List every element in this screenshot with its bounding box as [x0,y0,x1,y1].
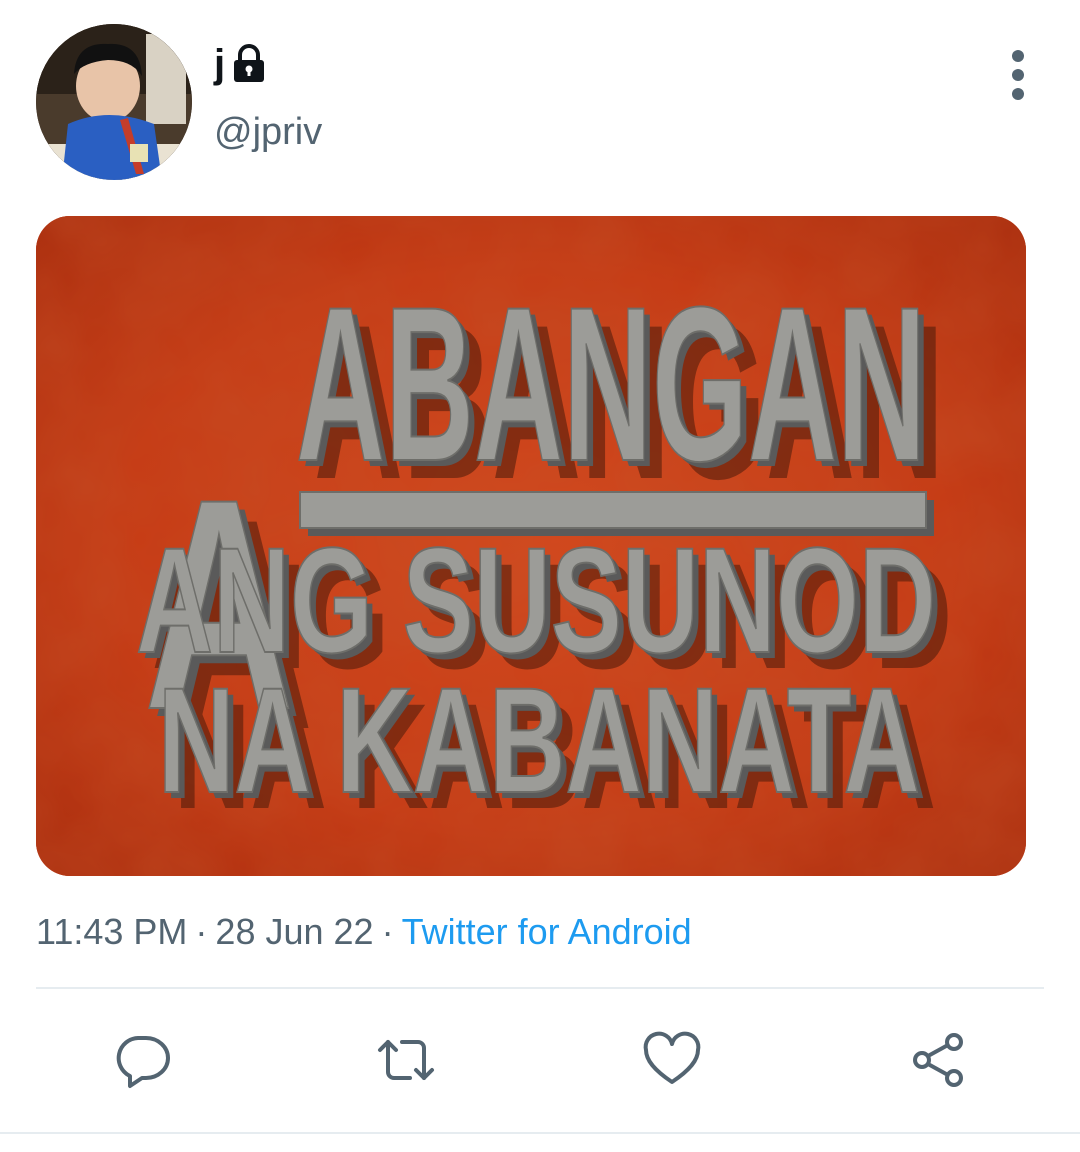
tweet-time[interactable]: 11:43 PM [36,911,187,952]
share-button[interactable] [906,1028,970,1092]
more-dot [1012,69,1024,81]
avatar[interactable] [36,24,192,180]
avatar-photo [36,24,192,180]
meta-separator: · [381,911,394,952]
retweet-button[interactable] [374,1028,438,1092]
like-button[interactable] [640,1028,704,1092]
divider [36,987,1044,989]
svg-text:ABANGAN: ABANGAN [296,261,926,507]
more-dot [1012,88,1024,100]
more-vertical-icon[interactable] [996,50,1040,100]
tweet-media[interactable]: A ABANGAN ANG SUSUNOD NA KABANATA A ABAN… [36,216,1026,876]
svg-text:NA KABANATA: NA KABANATA [158,656,920,824]
lock-icon [229,43,269,85]
tweet-source-link[interactable]: Twitter for Android [402,911,692,952]
heart-icon [643,1031,701,1084]
divider [0,1132,1080,1134]
reply-button[interactable] [110,1028,174,1092]
more-dot [1012,50,1024,62]
handle[interactable]: @jpriv [214,108,322,156]
reply-icon [116,1036,170,1088]
display-name[interactable]: j [214,40,225,88]
meta-separator: · [195,911,208,952]
share-icon [913,1033,963,1087]
retweet-icon [378,1040,434,1080]
author-name-row: j [214,40,269,88]
tweet-meta: 11:43 PM · 28 Jun 22 · Twitter for Android [36,906,692,958]
media-image: A ABANGAN ANG SUSUNOD NA KABANATA A ABAN… [36,216,1026,876]
tweet-date[interactable]: 28 Jun 22 [215,911,373,952]
